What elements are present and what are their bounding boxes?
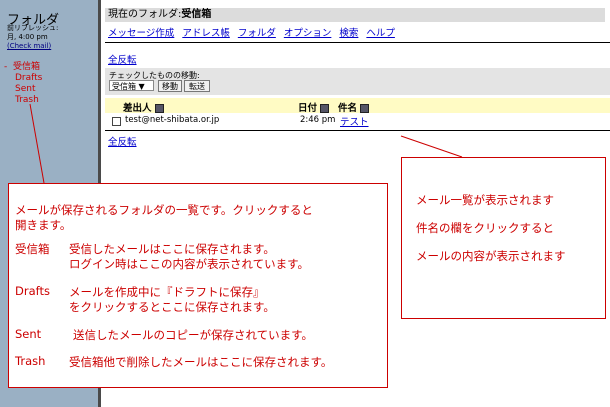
folder-item-inbox[interactable]: - 受信箱: [4, 62, 42, 73]
folder-marker: -: [4, 62, 8, 72]
toggle-all-link-bottom[interactable]: 全反転: [108, 134, 137, 148]
callout-desc-inbox-1: 受信したメールはここに保存されます。: [69, 242, 275, 256]
callout-term-trash: Trash: [15, 354, 46, 368]
message-date: 2:46 pm: [300, 115, 336, 125]
folder-help-callout: メールが保存されるフォルダの一覧です。クリックすると 開きます。 受信箱 受信し…: [8, 183, 388, 388]
header-date[interactable]: 日付: [298, 100, 330, 114]
callout-desc-trash: 受信箱他で削除したメールはここに保存されます。: [69, 355, 333, 369]
move-toolbar: チェックしたものの移動: 受信箱 ▼ 移動 転送: [105, 68, 610, 95]
sort-icon[interactable]: [154, 104, 164, 113]
forward-button[interactable]: 転送: [184, 80, 210, 92]
move-folder-select[interactable]: 受信箱 ▼: [109, 80, 154, 91]
current-folder-name: 受信箱: [181, 9, 212, 20]
callout-desc-drafts-2: をクリックするとここに保存されます。: [69, 300, 275, 314]
toggle-all-link-top[interactable]: 全反転: [108, 52, 137, 66]
check-mail-link[interactable]: (Check mail): [7, 42, 51, 51]
callout-term-inbox: 受信箱: [15, 242, 50, 256]
message-table-header: 差出人 日付 件名: [105, 98, 610, 114]
callout-term-drafts: Drafts: [15, 284, 50, 298]
folder-item-sent[interactable]: Sent: [4, 84, 42, 95]
message-list-help-callout: メール一覧が表示されます 件名の欄をクリックすると メールの内容が表示されます: [401, 157, 606, 319]
callout-right-line3: メールの内容が表示されます: [416, 249, 566, 263]
menu-addressbook[interactable]: アドレス帳: [182, 28, 230, 39]
folder-item-trash[interactable]: Trash: [4, 95, 42, 106]
sort-icon[interactable]: [360, 104, 370, 113]
header-subject-label: 件名: [338, 103, 358, 114]
callout-intro-line1: メールが保存されるフォルダの一覧です。クリックすると: [15, 203, 313, 217]
refresh-label: 前リフレッシュ:: [7, 24, 59, 32]
message-sender: test@net-shibata.or.jp: [125, 115, 220, 125]
callout-desc-drafts-1: メールを作成中に『ドラフトに保存』: [69, 285, 265, 299]
divider: [105, 42, 610, 43]
header-date-label: 日付: [298, 103, 318, 114]
refresh-time: 月, 4:00 pm: [7, 33, 48, 41]
folder-list: - 受信箱 Drafts Sent Trash: [4, 62, 42, 106]
select-checkbox[interactable]: [112, 117, 121, 126]
sort-icon[interactable]: [320, 104, 330, 113]
message-subject-link[interactable]: テスト: [340, 114, 369, 128]
folder-item-drafts[interactable]: Drafts: [4, 73, 42, 84]
current-folder-label: 現在のフォルダ:: [108, 9, 182, 20]
header-from-label: 差出人: [123, 103, 152, 114]
current-folder-bar: 現在のフォルダ:受信箱: [105, 8, 605, 22]
callout-right-line1: メール一覧が表示されます: [416, 193, 554, 207]
header-subject[interactable]: 件名: [338, 100, 370, 114]
menu-folders[interactable]: フォルダ: [238, 28, 276, 39]
main-menu: メッセージ作成 アドレス帳 フォルダ オプション 検索 ヘルプ: [108, 25, 403, 39]
divider: [105, 130, 610, 131]
menu-options[interactable]: オプション: [284, 28, 332, 39]
folder-label-inbox: 受信箱: [12, 62, 40, 72]
table-row: test@net-shibata.or.jp 2:46 pm テスト: [105, 114, 610, 128]
callout-intro-line2: 開きます。: [15, 218, 72, 232]
header-from[interactable]: 差出人: [123, 100, 164, 114]
menu-help[interactable]: ヘルプ: [366, 28, 395, 39]
menu-search[interactable]: 検索: [339, 28, 358, 39]
menu-compose[interactable]: メッセージ作成: [108, 28, 174, 39]
callout-desc-sent: 送信したメールのコピーが保存されています。: [73, 328, 314, 342]
callout-term-sent: Sent: [15, 327, 42, 341]
callout-desc-inbox-2: ログイン時はここの内容が表示されています。: [69, 257, 310, 271]
callout-right-line2: 件名の欄をクリックすると: [416, 221, 554, 235]
move-button[interactable]: 移動: [158, 80, 182, 92]
